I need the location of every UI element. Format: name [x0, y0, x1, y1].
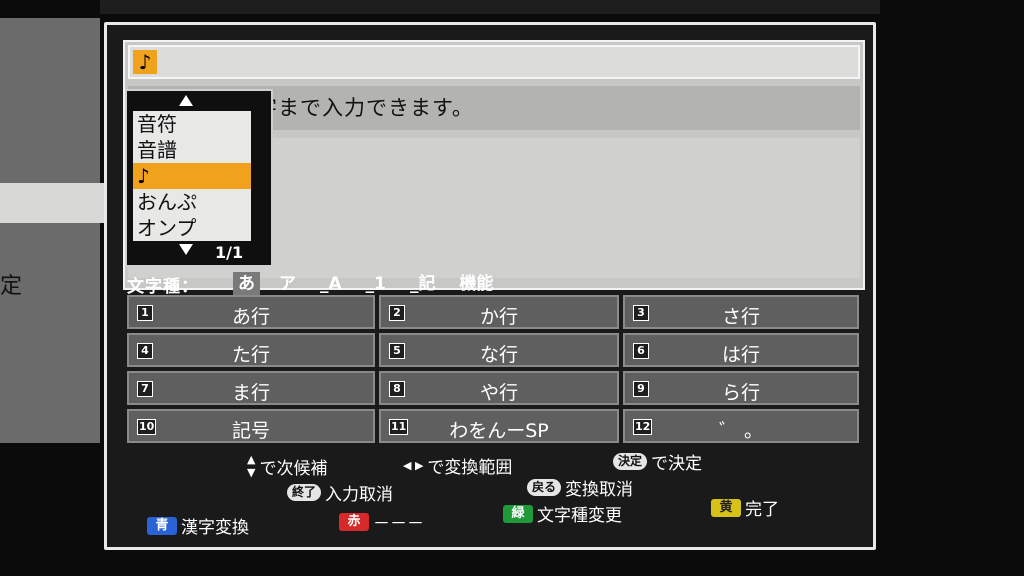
- input-cursor-char: ♪: [133, 50, 157, 74]
- decide-key-icon: 決定: [613, 453, 648, 470]
- key-grid: 1 あ行 2 か行 3 さ行 4 た行 5 な行 6 は行 7 ま行 8 や行 9 ら行 10 記号…: [127, 295, 861, 445]
- blue-button-label: 漢字変換: [181, 518, 249, 538]
- key-label: ゛ 。: [718, 420, 764, 442]
- end-key-icon: 終了: [287, 484, 322, 501]
- green-button-label: 文字種変更: [537, 506, 622, 526]
- red-button-label: －－－: [373, 514, 424, 534]
- char-type-row: 文字種： あ ア _A _1 _記 機能: [127, 271, 513, 297]
- key-4[interactable]: 4 た行: [127, 333, 375, 367]
- yellow-button-label: 完了: [745, 500, 779, 520]
- yellow-button-hint[interactable]: 黄 完了: [711, 495, 779, 520]
- help-decide: 決定 で決定: [613, 449, 702, 474]
- scroll-down-icon[interactable]: [179, 244, 193, 255]
- key-label: さ行: [721, 306, 760, 328]
- scroll-up-icon[interactable]: [179, 95, 193, 106]
- background-highlight-strip: [0, 183, 108, 223]
- yellow-key-icon: 黄: [711, 498, 741, 517]
- char-type-symbol[interactable]: _記: [405, 272, 441, 296]
- key-label: な行: [479, 344, 518, 366]
- char-type-katakana[interactable]: ア: [274, 272, 301, 296]
- text-input-dialog: ♪ 字まで入力できます。 音符 音譜 ♪ おんぷ オンプ 1/1 文字種： あ …: [104, 22, 876, 550]
- key-9[interactable]: 9 ら行: [623, 371, 859, 405]
- char-type-function[interactable]: 機能: [455, 272, 499, 296]
- key-label: あ行: [231, 306, 270, 328]
- key-3[interactable]: 3 さ行: [623, 295, 859, 329]
- char-type-label: 文字種：: [127, 276, 199, 297]
- candidate-item[interactable]: おんぷ: [133, 189, 251, 215]
- text-input-field[interactable]: ♪: [128, 45, 860, 79]
- key-11[interactable]: 11 わをんーSP: [379, 409, 619, 443]
- candidate-item[interactable]: 音符: [133, 111, 251, 137]
- key-label: わをんーSP: [449, 420, 549, 442]
- help-change-range-text: で変換範囲: [427, 458, 513, 478]
- input-message: 字まで入力できます。: [256, 96, 474, 120]
- help-change-range: ◀ ▶ で変換範囲: [403, 453, 512, 478]
- help-back: 戻る 変換取消: [527, 475, 633, 500]
- green-key-icon: 緑: [503, 504, 533, 523]
- help-end: 終了 入力取消: [287, 480, 393, 505]
- up-down-arrow-icon: ▲ ▼: [247, 453, 256, 479]
- candidate-list[interactable]: 音符 音譜 ♪ おんぷ オンプ 1/1: [125, 89, 273, 267]
- candidate-item[interactable]: オンプ: [133, 215, 251, 241]
- help-back-text: 変換取消: [565, 480, 634, 500]
- help-decide-text: で決定: [651, 454, 703, 474]
- key-6[interactable]: 6 は行: [623, 333, 859, 367]
- input-area: ♪ 字まで入力できます。 音符 音譜 ♪ おんぷ オンプ 1/1: [123, 40, 865, 290]
- char-type-number[interactable]: _1: [361, 272, 391, 296]
- candidate-page-indicator: 1/1: [215, 243, 244, 262]
- help-next-candidate-text: で次候補: [259, 458, 328, 479]
- key-label: 記号: [231, 420, 270, 442]
- key-label: か行: [479, 306, 518, 328]
- key-label: ま行: [231, 382, 270, 404]
- key-5[interactable]: 5 な行: [379, 333, 619, 367]
- left-right-arrow-icon: ◀ ▶: [403, 459, 424, 472]
- green-button-hint[interactable]: 緑 文字種変更: [503, 501, 622, 526]
- key-8[interactable]: 8 や行: [379, 371, 619, 405]
- background-side-text: 定: [0, 274, 23, 299]
- candidate-items: 音符 音譜 ♪ おんぷ オンプ: [133, 111, 251, 241]
- key-2[interactable]: 2 か行: [379, 295, 619, 329]
- key-12[interactable]: 12 ゛ 。: [623, 409, 859, 443]
- key-label: は行: [721, 344, 760, 366]
- background-topbar: [100, 0, 880, 14]
- blue-key-icon: 青: [147, 516, 177, 535]
- red-button-hint[interactable]: 赤 －－－: [339, 509, 424, 534]
- key-1[interactable]: 1 あ行: [127, 295, 375, 329]
- help-next-candidate: ▲ ▼ で次候補: [247, 453, 327, 479]
- key-7[interactable]: 7 ま行: [127, 371, 375, 405]
- background-panel: [0, 18, 100, 443]
- key-label: や行: [479, 382, 518, 404]
- char-type-hiragana[interactable]: あ: [233, 272, 260, 296]
- key-label: ら行: [721, 382, 760, 404]
- back-key-icon: 戻る: [527, 479, 562, 496]
- candidate-item-selected[interactable]: ♪: [133, 163, 251, 189]
- blue-button-hint[interactable]: 青 漢字変換: [147, 513, 249, 538]
- char-type-alphabet[interactable]: _A: [315, 272, 347, 296]
- key-label: た行: [231, 344, 270, 366]
- key-10[interactable]: 10 記号: [127, 409, 375, 443]
- red-key-icon: 赤: [339, 512, 369, 531]
- candidate-item[interactable]: 音譜: [133, 137, 251, 163]
- help-end-text: 入力取消: [325, 485, 394, 505]
